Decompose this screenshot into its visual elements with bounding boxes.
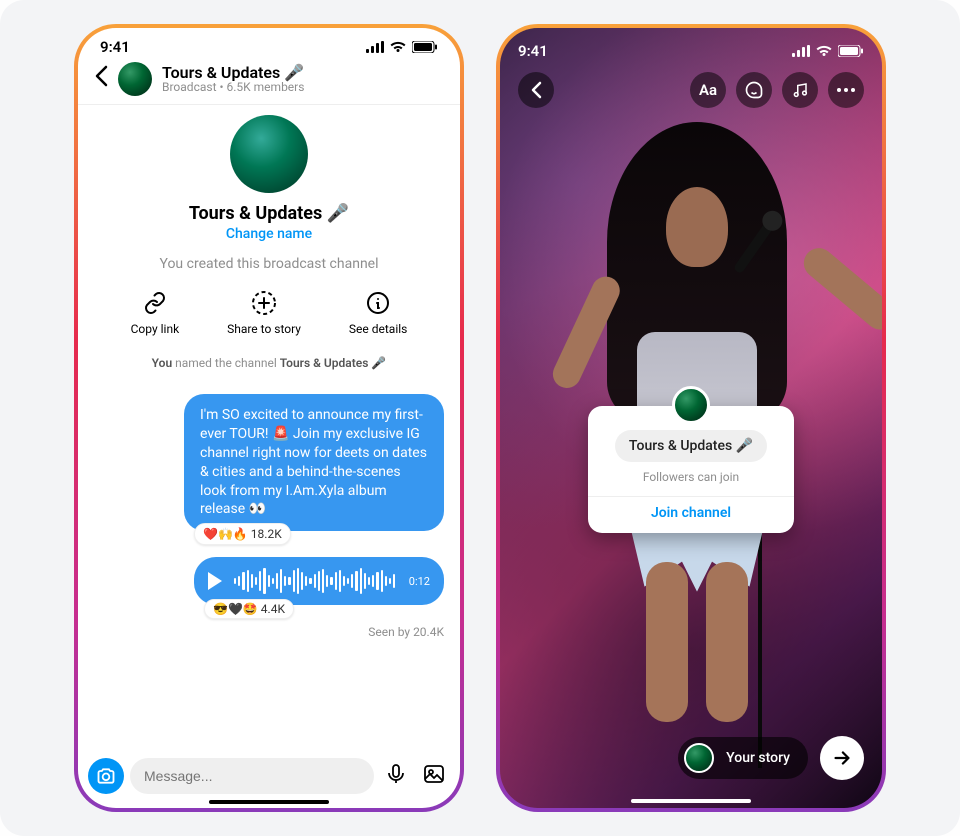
sticker-tool-button[interactable]: [736, 72, 772, 108]
sys-msg-prefix: You: [152, 356, 172, 370]
divider: [588, 496, 794, 497]
waveform[interactable]: [234, 567, 397, 595]
arrow-right-icon: [831, 747, 853, 769]
channel-actions: Copy link Share to story See details: [107, 290, 432, 336]
see-details-button[interactable]: See details: [349, 290, 407, 336]
home-indicator: [209, 800, 329, 804]
wifi-icon: [816, 45, 832, 57]
share-story-send-button[interactable]: [820, 736, 864, 780]
change-name-link[interactable]: Change name: [226, 226, 312, 242]
see-details-label: See details: [349, 322, 407, 336]
channel-name: Tours & Updates 🎤: [189, 203, 349, 224]
status-icons: [366, 41, 438, 53]
chat-title-block[interactable]: Tours & Updates 🎤 Broadcast • 6.5K membe…: [162, 64, 304, 95]
home-indicator: [631, 799, 751, 803]
your-story-label: Your story: [726, 750, 790, 766]
channel-share-card[interactable]: Tours & Updates 🎤 Followers can join Joi…: [588, 406, 794, 533]
share-card-title: Tours & Updates 🎤: [615, 430, 767, 462]
story-tool-row: Aa: [518, 72, 864, 108]
wifi-icon: [390, 41, 406, 53]
status-time: 9:41: [518, 42, 548, 60]
text-tool-button[interactable]: Aa: [690, 72, 726, 108]
message-input[interactable]: [130, 758, 374, 794]
message-composer: [88, 758, 450, 794]
more-icon: [837, 88, 855, 92]
camera-button[interactable]: [88, 758, 124, 794]
chat-header: Tours & Updates 🎤 Broadcast • 6.5K membe…: [78, 60, 460, 105]
more-tool-button[interactable]: [828, 72, 864, 108]
story-bottom-bar: Your story: [678, 736, 864, 780]
your-story-chip[interactable]: Your story: [678, 737, 808, 779]
system-message: You named the channel Tours & Updates 🎤: [152, 356, 387, 370]
chat-title: Tours & Updates 🎤: [162, 64, 304, 82]
status-bar: 9:41: [78, 28, 460, 60]
text-message-bubble[interactable]: I'm SO excited to announce my first-ever…: [184, 394, 444, 531]
chat-subtitle: Broadcast • 6.5K members: [162, 81, 304, 94]
channel-avatar-small[interactable]: [118, 62, 152, 96]
share-story-button[interactable]: Share to story: [227, 290, 301, 336]
cellular-icon: [792, 45, 810, 57]
link-icon: [142, 290, 168, 316]
mic-icon: [384, 762, 408, 786]
audio-message-bubble[interactable]: 0:12 😎🖤🤩 4.4K: [194, 557, 444, 605]
sticker-icon: [744, 80, 764, 100]
audio-duration: 0:12: [409, 575, 430, 588]
copy-link-button[interactable]: Copy link: [131, 290, 180, 336]
your-story-avatar: [684, 743, 714, 773]
sys-msg-middle: named the channel: [172, 356, 280, 370]
audio-row: 0:12 😎🖤🤩 4.4K: [78, 557, 460, 605]
mic-button[interactable]: [380, 762, 412, 790]
gallery-button[interactable]: [418, 762, 450, 790]
share-card-avatar: [672, 386, 710, 424]
message-text: I'm SO excited to announce my first-ever…: [200, 407, 427, 517]
profile-section: Tours & Updates 🎤 Change name You create…: [78, 105, 460, 376]
text-tool-label: Aa: [699, 81, 717, 99]
cellular-icon: [366, 41, 384, 53]
image-icon: [422, 762, 446, 786]
created-message: You created this broadcast channel: [159, 256, 378, 272]
status-icons: [792, 45, 864, 57]
phone-left: 9:41 Tours & Updates 🎤 Broadcast • 6.5K …: [74, 24, 464, 812]
share-story-label: Share to story: [227, 322, 301, 336]
seen-by: Seen by 20.4K: [78, 625, 460, 639]
music-tool-button[interactable]: [782, 72, 818, 108]
back-button[interactable]: [94, 64, 108, 94]
battery-icon: [838, 45, 864, 57]
info-icon: [365, 290, 391, 316]
audio-reactions[interactable]: 😎🖤🤩 4.4K: [204, 599, 294, 619]
story-top-bar: 9:41 Aa: [500, 28, 882, 108]
chat-screen: 9:41 Tours & Updates 🎤 Broadcast • 6.5K …: [78, 28, 460, 808]
join-channel-button[interactable]: Join channel: [651, 505, 731, 523]
sys-msg-suffix: Tours & Updates 🎤: [280, 356, 387, 370]
phone-right: 9:41 Aa: [496, 24, 886, 812]
channel-avatar-large[interactable]: [230, 115, 308, 193]
camera-icon: [96, 766, 116, 786]
story-status-bar: 9:41: [518, 42, 864, 60]
music-icon: [791, 81, 809, 99]
message-row: I'm SO excited to announce my first-ever…: [78, 394, 460, 531]
status-time: 9:41: [100, 38, 130, 56]
message-reactions[interactable]: ❤️🙌🔥 18.2K: [194, 523, 291, 545]
stage: 9:41 Tours & Updates 🎤 Broadcast • 6.5K …: [0, 0, 960, 836]
battery-icon: [412, 41, 438, 53]
story-back-button[interactable]: [518, 72, 554, 108]
story-screen: 9:41 Aa: [500, 28, 882, 808]
copy-link-label: Copy link: [131, 322, 180, 336]
share-card-subtitle: Followers can join: [643, 470, 739, 484]
play-icon[interactable]: [208, 572, 222, 590]
add-story-icon: [251, 290, 277, 316]
